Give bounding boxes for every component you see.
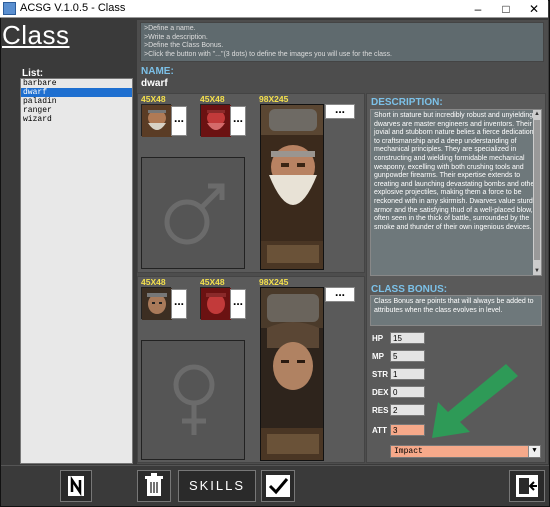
attr-label-str: STR: [372, 370, 388, 379]
new-button[interactable]: [60, 470, 92, 502]
close-icon[interactable]: ✕: [520, 0, 548, 18]
size-tag: 45X48: [200, 94, 225, 104]
description-textarea[interactable]: Short in stature but incredibly robust a…: [370, 109, 542, 276]
class-bonus-info: Class Bonus are points that will always …: [370, 295, 542, 326]
male-symbol-icon: [164, 183, 225, 245]
female-thumb-damaged-browse-button[interactable]: ...: [230, 289, 246, 319]
female-portrait-large: [260, 287, 324, 461]
instruction-line: >Write a description.: [144, 33, 208, 41]
minimize-icon[interactable]: –: [464, 0, 492, 18]
title-bar: ACSG V.1.0.5 - Class – □ ✕: [0, 0, 548, 18]
attr-field-att[interactable]: 3: [390, 424, 425, 436]
size-tag: 45X48: [141, 277, 166, 287]
male-thumb-damaged: [200, 104, 231, 137]
size-tag: 45X48: [141, 94, 166, 104]
instructions-box: >Define a name. >Write a description. >D…: [140, 22, 544, 62]
attr-label-att: ATT: [372, 426, 387, 435]
female-thumb-normal-browse-button[interactable]: ...: [171, 289, 187, 319]
description-label: DESCRIPTION:: [371, 97, 443, 108]
scroll-down-icon[interactable]: ▼: [533, 267, 541, 275]
attr-label-mp: MP: [372, 352, 384, 361]
male-portrait-large: [260, 104, 324, 270]
male-portrait-browse-button[interactable]: ...: [325, 103, 355, 119]
exit-door-icon: [516, 475, 538, 497]
attr-field-dex[interactable]: 0: [390, 386, 425, 398]
female-portrait-browse-button[interactable]: ...: [325, 286, 355, 302]
male-thumb-damaged-browse-button[interactable]: ...: [230, 106, 246, 136]
instruction-line: >Define a name.: [144, 25, 196, 32]
description-scrollbar[interactable]: ▲ ▼: [533, 110, 541, 275]
exit-button[interactable]: [509, 470, 545, 502]
confirm-button[interactable]: [261, 470, 295, 502]
class-bonus-label: CLASS BONUS:: [371, 284, 448, 295]
new-document-icon: [68, 475, 84, 497]
instruction-line: >Define the Class Bonus.: [144, 42, 224, 49]
female-gender-box: [141, 340, 245, 460]
female-thumb-damaged: [200, 287, 231, 320]
scroll-up-icon[interactable]: ▲: [533, 110, 541, 118]
female-thumb-normal: [141, 287, 172, 320]
attack-type-value: Impact: [394, 447, 423, 456]
window-title: ACSG V.1.0.5 - Class: [20, 2, 126, 14]
male-thumb-normal: [141, 104, 172, 137]
attr-field-str[interactable]: 1: [390, 368, 425, 380]
list-item[interactable]: wizard: [21, 115, 132, 124]
list-item[interactable]: ranger: [21, 106, 132, 115]
pointer-arrow-icon: [432, 364, 518, 438]
delete-button[interactable]: [137, 470, 171, 502]
instruction-line: >Click the button with "..."(3 dots) to …: [144, 50, 392, 58]
app-icon: [3, 2, 16, 15]
list-item[interactable]: barbare: [21, 79, 132, 88]
name-value[interactable]: dwarf: [141, 78, 168, 89]
female-symbol-icon: [173, 364, 215, 435]
attr-field-hp[interactable]: 15: [390, 332, 425, 344]
attr-field-res[interactable]: 2: [390, 404, 425, 416]
checkmark-icon: [266, 475, 290, 497]
attr-label-res: RES: [372, 406, 389, 415]
male-gender-box: [141, 157, 245, 269]
maximize-icon[interactable]: □: [492, 0, 520, 18]
class-list[interactable]: barbare dwarf paladin ranger wizard: [20, 78, 133, 464]
name-label: NAME:: [141, 66, 174, 77]
list-item[interactable]: paladin: [21, 97, 132, 106]
size-tag: 45X48: [200, 277, 225, 287]
male-thumb-normal-browse-button[interactable]: ...: [171, 106, 187, 136]
list-item[interactable]: dwarf: [21, 88, 132, 97]
page-title: Class: [2, 20, 70, 50]
trash-icon: [145, 473, 163, 496]
scroll-thumb[interactable]: [534, 120, 540, 260]
size-tag: 98X245: [259, 277, 289, 287]
attack-type-select[interactable]: Impact ▼: [390, 445, 541, 458]
attr-label-hp: HP: [372, 334, 384, 343]
size-tag: 98X245: [259, 94, 289, 104]
skills-button[interactable]: SKILLS: [178, 470, 256, 502]
attr-field-mp[interactable]: 5: [390, 350, 425, 362]
chevron-down-icon[interactable]: ▼: [528, 446, 540, 457]
attr-label-dex: DEX: [372, 388, 389, 397]
